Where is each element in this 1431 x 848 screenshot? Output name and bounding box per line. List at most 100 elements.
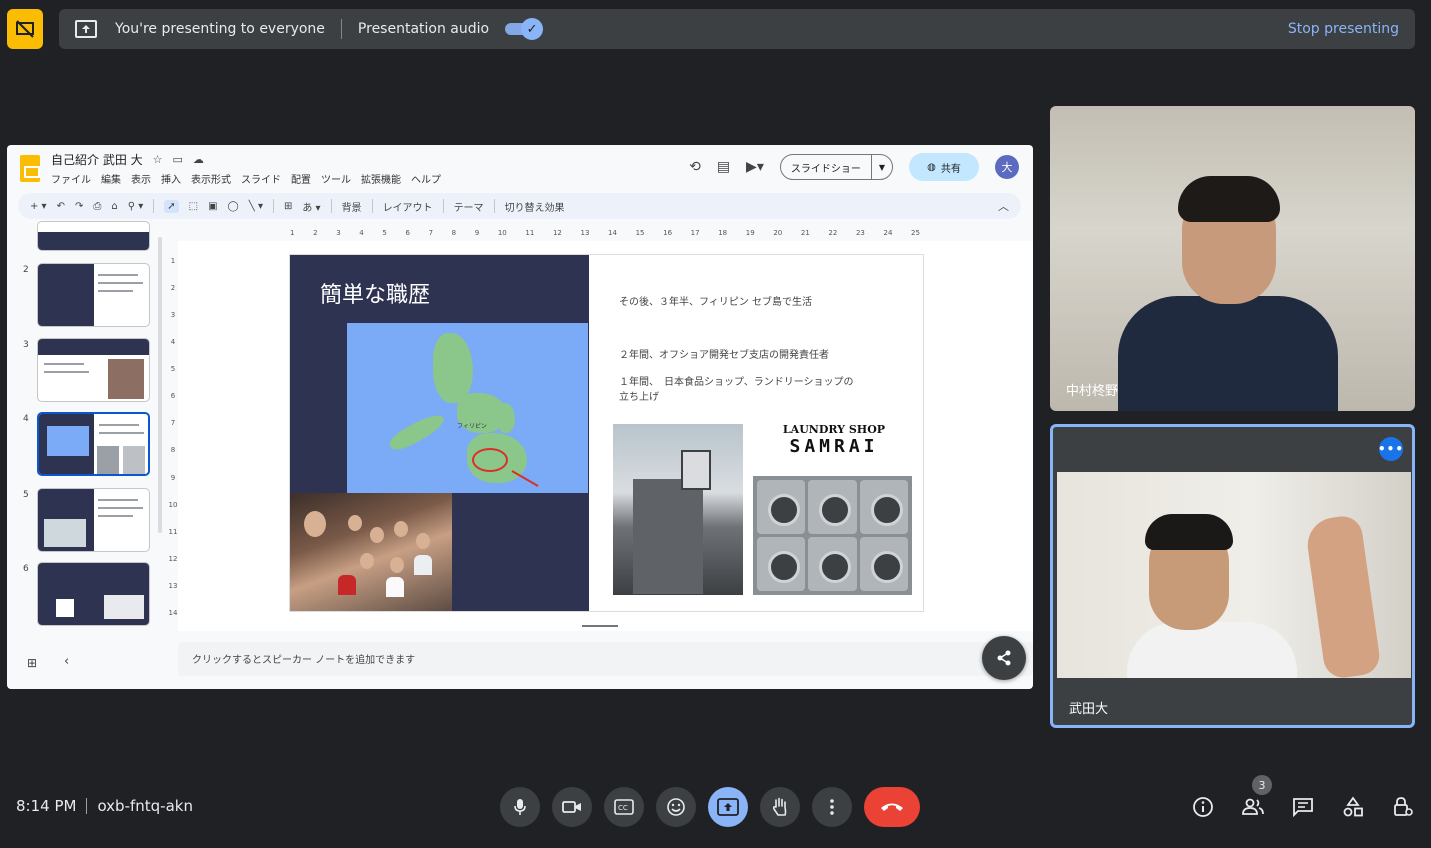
theme-button[interactable]: テーマ: [454, 199, 484, 214]
comment-add-icon[interactable]: ⊞: [284, 201, 292, 212]
laundry-line1: LAUNDRY SHOP: [782, 423, 886, 436]
participant-tile-self[interactable]: ••• 武田大: [1050, 424, 1415, 728]
grid-view-icon[interactable]: ⊞: [27, 656, 37, 670]
layout-button[interactable]: レイアウト: [383, 199, 433, 214]
chevron-down-icon[interactable]: ▼: [870, 155, 892, 179]
presenting-banner: You're presenting to everyone Presentati…: [59, 9, 1415, 49]
hand-icon: [772, 797, 787, 816]
menu-edit[interactable]: 編集: [101, 171, 121, 186]
meeting-details-button[interactable]: [1190, 792, 1216, 822]
more-options-button[interactable]: [812, 787, 852, 827]
philippines-map: フィリピン: [347, 323, 588, 493]
host-controls-button[interactable]: [1390, 792, 1416, 822]
slide-thumb-4[interactable]: [37, 412, 150, 476]
menu-arrange[interactable]: 配置: [291, 171, 311, 186]
slideshow-label: スライドショー: [790, 163, 861, 175]
slide-number: 2: [23, 265, 29, 275]
history-icon[interactable]: ⟲: [689, 159, 701, 175]
camera-button[interactable]: [552, 787, 592, 827]
undo-icon[interactable]: ↶: [57, 201, 65, 212]
people-button[interactable]: [1240, 792, 1266, 822]
slide-number: 6: [23, 564, 29, 574]
doc-title[interactable]: 自己紹介 武田 大: [51, 151, 143, 168]
shop-photo: [613, 424, 743, 595]
slideshow-button[interactable]: スライドショー ▼: [779, 154, 893, 180]
background-button[interactable]: 背景: [342, 199, 362, 214]
more-options-icon[interactable]: •••: [1378, 437, 1403, 461]
chevron-up-icon[interactable]: ︿: [998, 198, 1009, 214]
folder-icon[interactable]: ▭: [173, 153, 183, 166]
slide-filmstrip: 2 3 4 5 6: [7, 221, 167, 626]
vertical-ruler: 1 2 3 4 5 6 7 8 9 10 11 12 13 14: [168, 257, 178, 617]
shape-icon[interactable]: ◯: [228, 201, 239, 212]
slide-thumb-6[interactable]: [37, 562, 150, 626]
comment-icon[interactable]: ▤: [717, 159, 730, 175]
share-button[interactable]: ◍ 共有: [909, 153, 979, 181]
current-slide[interactable]: 簡単な職歴 フィリピン その後、３年半、フィリピン セブ島で生活 ２年間、オフシ…: [289, 254, 924, 612]
transition-button[interactable]: 切り替え効果: [505, 199, 565, 214]
reactions-button[interactable]: [656, 787, 696, 827]
participant-tile[interactable]: 中村柊野: [1050, 106, 1415, 411]
avatar[interactable]: 大: [995, 155, 1019, 179]
present-now-button[interactable]: [708, 787, 748, 827]
presentation-audio-label: Presentation audio: [357, 21, 490, 37]
menu-tools[interactable]: ツール: [321, 171, 351, 186]
slide-thumb-5[interactable]: [37, 488, 150, 552]
filmstrip-scrollbar[interactable]: [158, 237, 162, 533]
menu-file[interactable]: ファイル: [51, 171, 91, 186]
video-call-icon[interactable]: ▶▾: [746, 159, 764, 175]
slides-logo-icon[interactable]: [20, 155, 40, 182]
menu-view[interactable]: 表示: [131, 171, 151, 186]
emoji-icon: [667, 798, 685, 816]
redo-icon[interactable]: ↷: [75, 201, 83, 212]
slide-thumb-1[interactable]: [37, 221, 150, 251]
menu-format[interactable]: 表示形式: [191, 171, 231, 186]
new-slide-icon[interactable]: + ▾: [30, 201, 47, 212]
slide-thumb-3[interactable]: [37, 338, 150, 402]
raise-hand-button[interactable]: [760, 787, 800, 827]
leave-call-button[interactable]: [864, 787, 920, 827]
cloud-icon[interactable]: ☁: [193, 153, 204, 166]
image-icon[interactable]: ▣: [208, 201, 217, 212]
menu-help[interactable]: ヘルプ: [411, 171, 441, 186]
zoom-icon[interactable]: ⚲ ▾: [128, 201, 144, 212]
participant-name: 中村柊野: [1066, 384, 1119, 399]
slide-text-line2: ２年間、オフショア開発セブ支店の開発責任者: [619, 350, 829, 361]
people-icon: [1242, 798, 1264, 815]
speaker-notes[interactable]: クリックするとスピーカー ノートを追加できます: [178, 642, 1033, 676]
map-label: フィリピン: [457, 423, 487, 430]
check-icon: ✓: [521, 18, 544, 40]
select-area-icon[interactable]: ⬚: [189, 201, 198, 212]
lock-person-icon: [1394, 797, 1413, 816]
chat-button[interactable]: [1290, 792, 1316, 822]
more-vert-icon: [830, 799, 834, 815]
select-pointer-icon[interactable]: ➚: [164, 199, 179, 213]
camera-icon: [562, 801, 581, 813]
presentation-audio-toggle[interactable]: ✓: [505, 18, 544, 40]
slide-thumb-2[interactable]: [37, 263, 150, 327]
meeting-time: 8:14 PM: [16, 797, 77, 815]
microphone-button[interactable]: [500, 787, 540, 827]
stop-presenting-button[interactable]: Stop presenting: [1288, 21, 1399, 37]
menu-extensions[interactable]: 拡張機能: [361, 171, 401, 186]
highlight-circle: [472, 448, 508, 472]
participant-name: 武田大: [1069, 702, 1109, 717]
editor-toolbar: + ▾ ↶ ↷ ⎙ ⌂ ⚲ ▾ ➚ ⬚ ▣ ◯ ╲ ▾ ⊞ あ ▾ 背景 レイア…: [18, 193, 1021, 219]
print-icon[interactable]: ⎙: [93, 201, 101, 212]
star-icon[interactable]: ☆: [153, 153, 163, 166]
participant-video: [1057, 472, 1411, 678]
menu-slide[interactable]: スライド: [241, 171, 281, 186]
presenting-text: You're presenting to everyone: [115, 21, 325, 37]
chevron-left-icon[interactable]: ‹: [64, 654, 69, 669]
captions-button[interactable]: CC: [604, 787, 644, 827]
input-tools-icon[interactable]: あ ▾: [302, 199, 320, 214]
share-fab-button[interactable]: [982, 636, 1026, 680]
paint-format-icon[interactable]: ⌂: [111, 201, 117, 212]
side-controls: [1190, 792, 1416, 822]
slide-text-line3b: 立ち上げ: [619, 392, 659, 403]
activities-button[interactable]: [1340, 792, 1366, 822]
slide-number: 4: [23, 414, 29, 424]
notes-resize-handle[interactable]: [582, 625, 618, 627]
line-icon[interactable]: ╲ ▾: [249, 201, 263, 212]
menu-insert[interactable]: 挿入: [161, 171, 181, 186]
